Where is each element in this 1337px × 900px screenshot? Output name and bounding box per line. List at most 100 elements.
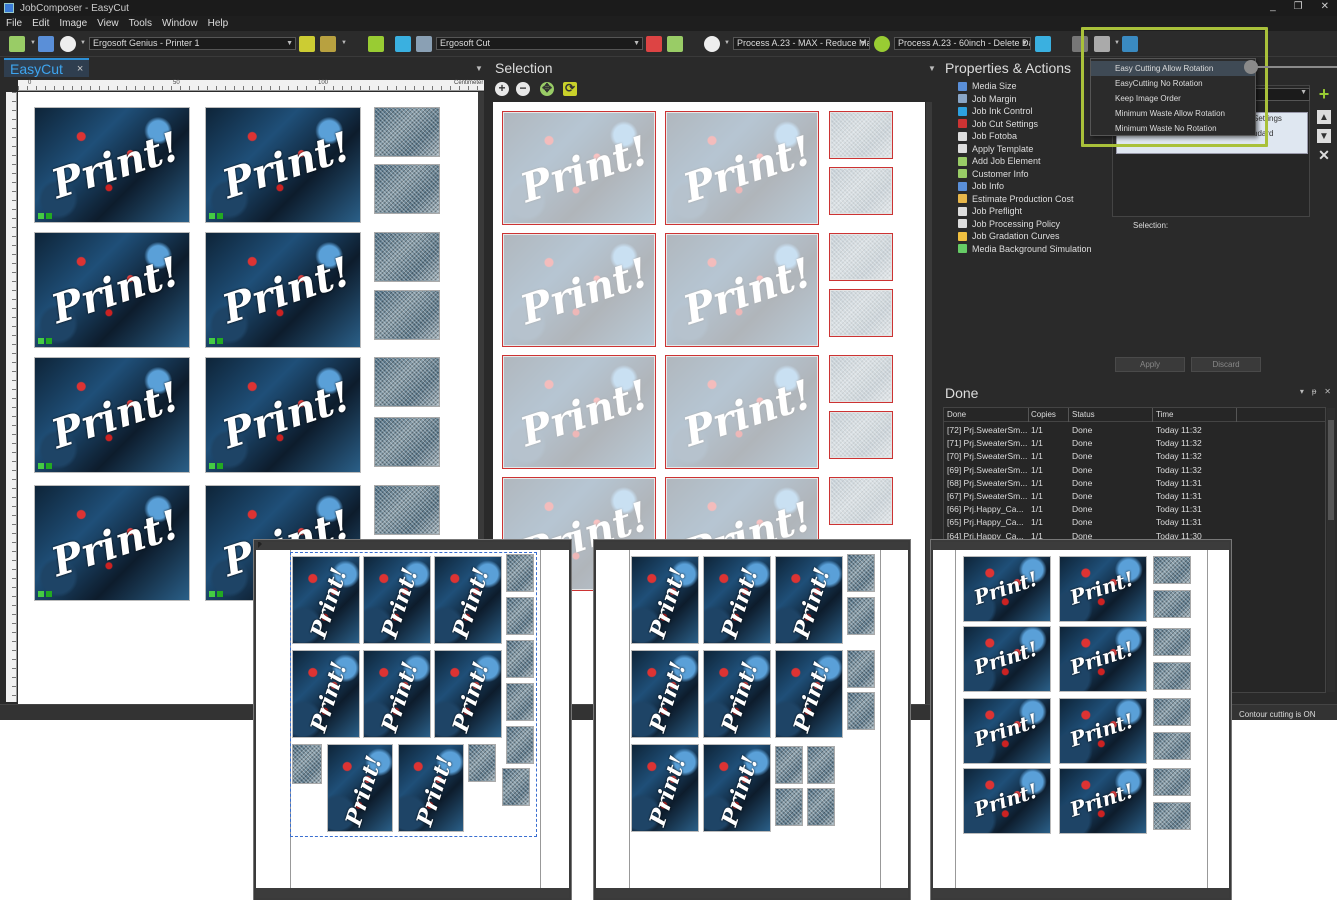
property-item[interactable]: Job Preflight — [958, 205, 1092, 218]
print-tile[interactable]: Print! — [205, 107, 361, 223]
print-tile[interactable]: Print! — [631, 556, 699, 644]
column-copies[interactable]: Copies — [1031, 410, 1056, 419]
property-item[interactable]: Add Job Element — [958, 155, 1092, 168]
print-tile[interactable]: Print! — [34, 485, 190, 601]
print-tile[interactable]: Print! — [775, 650, 843, 738]
table-row[interactable]: [72] Prj.SweaterSm... 1/1 Done Today 11:32 — [944, 424, 1325, 437]
print-tile[interactable]: Print! — [34, 107, 190, 223]
mosaic-tile[interactable] — [1153, 590, 1191, 618]
property-item[interactable]: Job Margin — [958, 93, 1092, 106]
mosaic-tile[interactable] — [1153, 802, 1191, 830]
process-select-1[interactable]: Process A.23 - MAX - Reduce Mark: ▼ — [733, 37, 870, 50]
property-item[interactable]: Media Background Simulation — [958, 243, 1092, 256]
property-item[interactable]: Job Cut Settings — [958, 118, 1092, 131]
property-item[interactable]: Job Gradation Curves — [958, 230, 1092, 243]
chevron-down-icon[interactable]: ▼ — [724, 40, 730, 46]
mosaic-tile[interactable] — [847, 650, 875, 688]
column-time[interactable]: Time — [1156, 410, 1173, 419]
print-tile[interactable]: Print! — [1059, 698, 1147, 764]
close-icon[interactable]: ✕ — [1324, 387, 1331, 396]
column-status[interactable]: Status — [1072, 410, 1095, 419]
apply-button[interactable]: Apply — [1115, 357, 1185, 372]
close-window-button[interactable]: ✕ — [1321, 1, 1329, 12]
panel-menu-icon[interactable]: ▾ — [1300, 387, 1304, 396]
printer-settings-icon[interactable] — [299, 36, 315, 52]
process-target-icon[interactable] — [704, 36, 720, 52]
column-done[interactable]: Done — [947, 410, 966, 419]
menu-view[interactable]: View — [97, 18, 119, 29]
print-tile[interactable]: Print! — [1059, 556, 1147, 622]
menu-tools[interactable]: Tools — [129, 18, 152, 29]
layout-icon[interactable] — [9, 36, 25, 52]
panel-menu-icon[interactable]: ▼ — [928, 64, 936, 73]
minimize-button[interactable]: _ — [1270, 1, 1276, 12]
print-tile[interactable]: Print! — [34, 357, 190, 473]
panel-menu-icon[interactable]: ▼ — [475, 64, 483, 73]
remove-icon[interactable]: − — [516, 82, 530, 96]
table-row[interactable]: [71] Prj.SweaterSm... 1/1 Done Today 11:32 — [944, 437, 1325, 450]
table-row[interactable]: [65] Prj.Happy_Ca... 1/1 Done Today 11:31 — [944, 516, 1325, 529]
gear-icon[interactable] — [874, 36, 890, 52]
print-tile[interactable]: Print! — [1059, 626, 1147, 692]
property-item[interactable]: Customer Info — [958, 168, 1092, 181]
print-tile[interactable]: Print! — [963, 768, 1051, 834]
mosaic-tile[interactable] — [847, 597, 875, 635]
menu-edit[interactable]: Edit — [32, 18, 49, 29]
table-row[interactable]: [69] Prj.SweaterSm... 1/1 Done Today 11:32 — [944, 464, 1325, 477]
target-icon[interactable] — [60, 36, 76, 52]
mosaic-tile[interactable] — [1153, 732, 1191, 760]
mosaic-tile[interactable] — [1153, 768, 1191, 796]
process-run-icon[interactable] — [1035, 36, 1051, 52]
mosaic-tile[interactable] — [1153, 662, 1191, 690]
print-tile[interactable]: Print! — [703, 650, 771, 738]
print-tile[interactable]: Print! — [631, 650, 699, 738]
done-scrollbar[interactable] — [1327, 408, 1335, 692]
print-tile[interactable]: Print! — [703, 744, 771, 832]
mosaic-tile[interactable] — [374, 107, 440, 157]
pin-icon[interactable]: ᵽ — [1312, 387, 1316, 396]
queue-icon[interactable] — [320, 36, 336, 52]
table-row[interactable]: [68] Prj.SweaterSm... 1/1 Done Today 11:31 — [944, 477, 1325, 490]
property-item[interactable]: Job Ink Control — [958, 105, 1092, 118]
refresh-icon[interactable]: ⟳ — [563, 82, 577, 96]
mosaic-tile[interactable] — [1153, 628, 1191, 656]
move-down-icon[interactable]: ▼ — [1317, 129, 1331, 143]
property-item[interactable]: Job Processing Policy — [958, 218, 1092, 231]
mosaic-tile[interactable] — [374, 290, 440, 340]
print-tile[interactable]: Print! — [963, 698, 1051, 764]
property-item[interactable]: Apply Template — [958, 143, 1092, 156]
print-tile[interactable]: Print! — [963, 556, 1051, 622]
mosaic-tile[interactable] — [374, 164, 440, 214]
mosaic-tile[interactable] — [374, 485, 440, 535]
mosaic-tile[interactable] — [1153, 698, 1191, 726]
menu-window[interactable]: Window — [162, 18, 198, 29]
mosaic-tile[interactable] — [807, 788, 835, 826]
property-item[interactable]: Estimate Production Cost — [958, 193, 1092, 206]
mosaic-tile[interactable] — [775, 788, 803, 826]
add-icon[interactable]: + — [495, 82, 509, 96]
menu-file[interactable]: File — [6, 18, 22, 29]
menu-image[interactable]: Image — [59, 18, 87, 29]
add-icon[interactable]: + — [1317, 84, 1331, 104]
delete-icon[interactable]: ✕ — [1317, 147, 1331, 163]
cut-queue-icon[interactable] — [667, 36, 683, 52]
mosaic-tile[interactable] — [1153, 556, 1191, 584]
restore-button[interactable]: ❐ — [1294, 1, 1303, 12]
cut-device-icon[interactable] — [416, 36, 432, 52]
menu-help[interactable]: Help — [208, 18, 229, 29]
chevron-down-icon[interactable]: ▼ — [341, 40, 347, 46]
print-tile[interactable]: Print! — [1059, 768, 1147, 834]
chevron-down-icon[interactable]: ▼ — [30, 40, 36, 46]
cutter-select[interactable]: Ergosoft Cut ▼ — [436, 37, 643, 50]
print-tile[interactable]: Print! — [34, 232, 190, 348]
mosaic-tile[interactable] — [847, 554, 875, 592]
mosaic-tile[interactable] — [374, 232, 440, 282]
print-tile[interactable]: Print! — [631, 744, 699, 832]
tab-easycut[interactable]: EasyCut × — [4, 58, 90, 77]
table-row[interactable]: [67] Prj.SweaterSm... 1/1 Done Today 11:31 — [944, 490, 1325, 503]
print-tile[interactable]: Print! — [703, 556, 771, 644]
table-row[interactable]: [66] Prj.Happy_Ca... 1/1 Done Today 11:31 — [944, 503, 1325, 516]
chevron-down-icon[interactable]: ▼ — [80, 40, 86, 46]
move-icon[interactable]: ✥ — [540, 82, 554, 96]
property-item[interactable]: Job Fotoba — [958, 130, 1092, 143]
